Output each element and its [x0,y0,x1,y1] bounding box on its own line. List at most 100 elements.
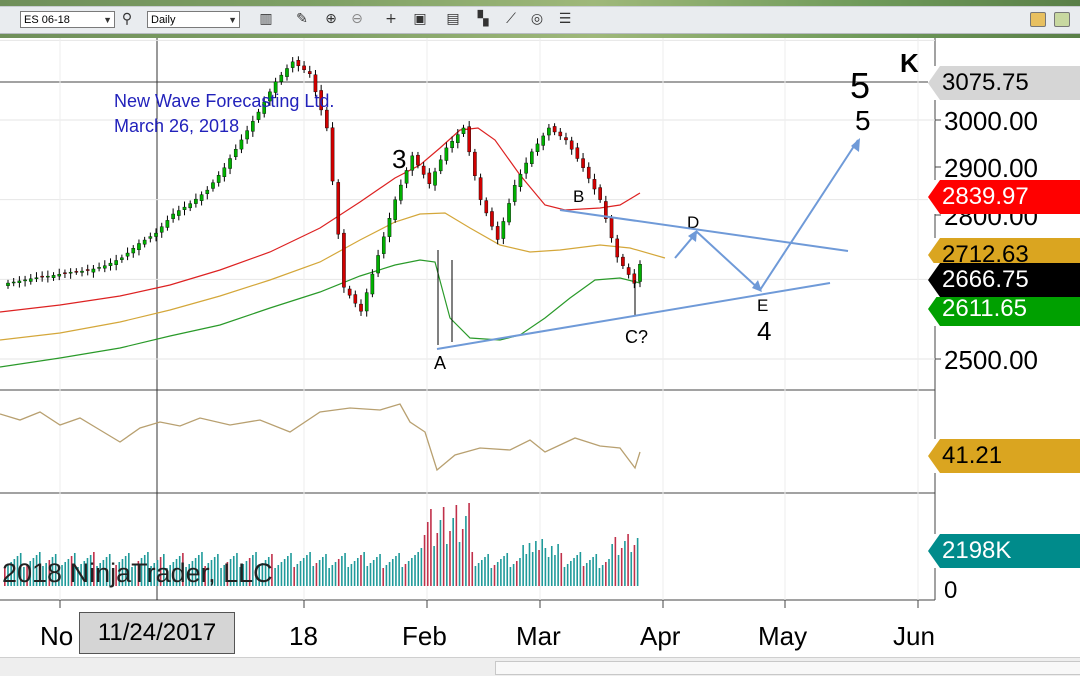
candle-body-up [450,141,454,149]
volume-bar [630,552,633,586]
candle[interactable] [342,229,346,293]
candle-body-down [569,140,574,150]
volume-bar [366,566,369,586]
price-label-high: 3075.75 [928,66,1080,100]
candle-body-up [182,206,187,210]
candle-body-up [199,194,204,201]
volume-bar [452,518,454,586]
candle-body-down [592,179,597,190]
x-tick-label: Jun [893,621,935,651]
volume-bar [465,516,467,586]
volume-bar [344,553,346,586]
candle-body-up [131,248,136,254]
x-tick-label: Feb [402,621,447,651]
volume-bar [515,561,518,586]
volume-bar [500,559,502,586]
volume-bar [605,562,607,586]
volume-bar [334,562,337,586]
candle-body-down [621,256,625,266]
candle-body-up [171,213,175,219]
wave-label: 5 [855,105,871,136]
candle-body-up [17,280,22,283]
wave-label: 4 [757,316,771,346]
candle-body-down [581,158,585,168]
candle-body-up [541,135,546,146]
volume-bar [487,554,489,586]
volume-bar [322,557,324,586]
candle-body-down [353,294,358,304]
volume-bar [391,559,394,586]
volume-bar [299,561,302,586]
volume-bar [337,559,340,586]
volume-bar [388,562,391,586]
candle-body-up [518,173,523,188]
volume-bar [414,555,416,586]
wave-label: E [757,296,768,315]
candle-body-down [74,271,79,273]
price-label-notch [928,66,940,100]
price-label-notch [928,292,940,326]
volume-bar [274,568,276,586]
x-tick-label: Mar [516,621,561,651]
wave-label: B [573,187,584,206]
candle-body-up [364,292,369,312]
candle-body-down [427,172,432,184]
candle-body-up [547,127,551,136]
candle-body-up [57,274,62,277]
candle-body-down [473,151,477,176]
candle-body-up [205,189,210,194]
x-tick-label: 18 [289,621,318,651]
candle-body-down [586,166,591,179]
horizontal-scrollbar[interactable] [0,657,1080,676]
candle[interactable] [393,196,397,223]
x-tick-label: No [40,621,73,651]
volume-bar [449,531,451,586]
volume-bar [401,567,404,586]
volume-bar [547,557,550,586]
volume-bar [407,561,410,586]
price-label-lower-band: 2611.65 [928,292,1080,326]
volume-bar [576,555,578,586]
volume-bar [474,566,477,586]
candle-body-up [438,159,443,172]
candle-body-up [97,267,101,269]
candle-body-down [40,275,44,278]
volume-bar [620,548,623,586]
candle-body-up [142,239,147,245]
candle-body-up [399,184,403,201]
volume-bar [579,552,582,586]
candle-body-down [478,177,483,200]
volume-bar [595,554,598,586]
volume-bar [382,568,385,586]
volume-bar [290,553,292,586]
candle-body-down [421,165,426,175]
company-name: New Wave Forecasting Ltd. [114,91,335,111]
candle-body-up [177,210,181,216]
candle-body-down [302,65,306,71]
watermark: 2018 NinjaTrader, LLC [2,558,273,588]
candle-body-up [114,260,118,265]
volume-bar [531,552,534,586]
candle[interactable] [473,148,477,181]
scrollbar-thumb[interactable] [495,661,1080,675]
volume-bar [535,541,537,586]
volume-bar [309,552,311,586]
candle-body-down [615,238,620,258]
volume-bar [481,560,483,586]
volume-bar [287,556,289,586]
candle[interactable] [336,179,341,239]
candle-body-up [80,270,84,273]
volume-bar [522,545,524,586]
volume-bar [439,520,442,586]
volume-bar [446,544,448,586]
candle-body-down [552,126,557,133]
volume-bar [360,555,362,586]
volume-bar [430,509,432,586]
candle-body-up [23,279,27,282]
candle-body-up [159,226,164,233]
candle-body-up [638,264,642,282]
candle-body-up [11,281,16,284]
candle-body-up [148,236,153,239]
candle-body-up [370,273,375,295]
volume-bar [484,557,486,586]
